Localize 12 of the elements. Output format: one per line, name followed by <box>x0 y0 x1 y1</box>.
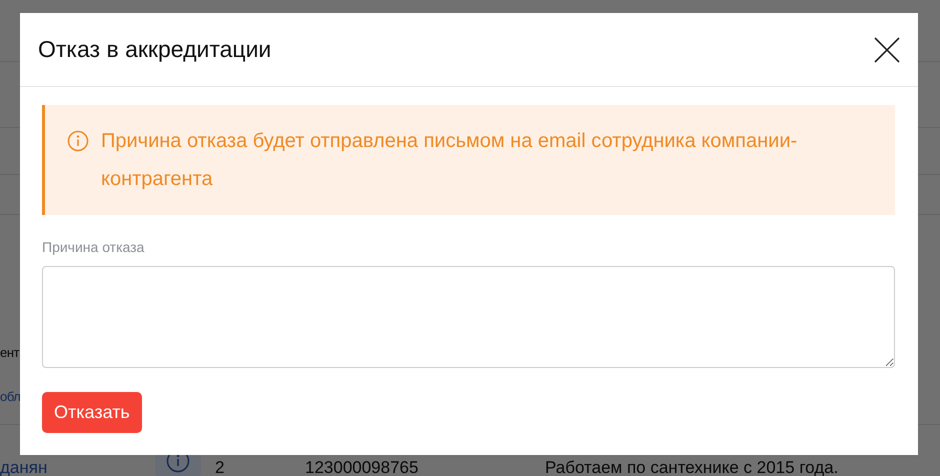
dialog-title: Отказ в аккредитации <box>38 36 272 64</box>
info-icon <box>67 130 89 152</box>
count-text: 2 <box>215 459 226 476</box>
number-text: 123000098765 <box>305 459 420 476</box>
column-header: ент <box>0 344 20 362</box>
field-label: Причина отказа <box>42 238 146 257</box>
refuse-button[interactable]: Отказать <box>42 392 142 433</box>
notice-text: Причина отказа будет отправлена письмом на email сотрудника компании-контрагента <box>101 129 798 192</box>
close-button[interactable] <box>873 36 901 64</box>
close-icon <box>873 36 901 64</box>
reason-field[interactable] <box>42 266 895 368</box>
company-link[interactable]: обл <box>0 387 20 407</box>
